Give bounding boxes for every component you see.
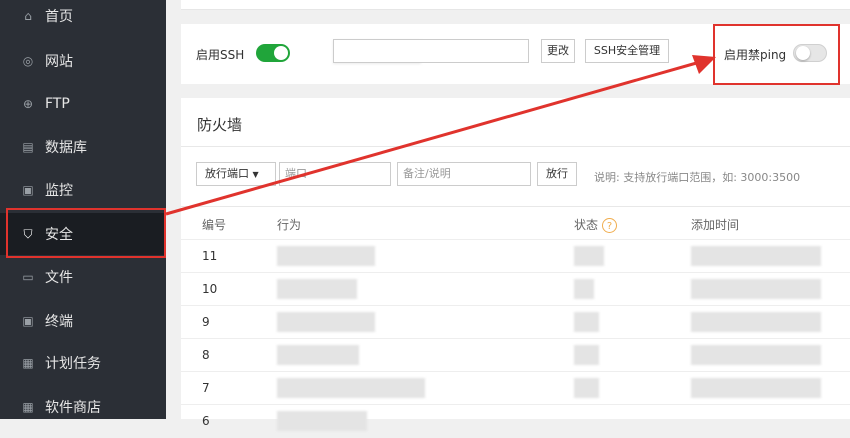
sidebar-item-label: 计划任务 bbox=[45, 356, 101, 372]
sidebar-item-label: 首页 bbox=[45, 9, 73, 25]
col-status: 状态? bbox=[574, 216, 618, 233]
sidebar-item-label: 软件商店 bbox=[45, 400, 101, 416]
sidebar-item-website[interactable]: ◎ 网站 bbox=[0, 40, 166, 82]
sidebar-item-label: 监控 bbox=[45, 183, 73, 199]
sidebar-item-label: FTP bbox=[45, 96, 70, 112]
table-row: 11 bbox=[181, 239, 850, 273]
sidebar-item-ftp[interactable]: ⊕ FTP bbox=[0, 83, 166, 125]
highlight-box-ping bbox=[713, 24, 840, 85]
ftp-icon: ⊕ bbox=[22, 97, 34, 111]
col-status-label: 状态 bbox=[574, 218, 599, 232]
apps-icon: ▦ bbox=[22, 400, 34, 414]
sidebar-item-terminal[interactable]: ▣ 终端 bbox=[0, 300, 166, 342]
monitor-icon: ▣ bbox=[22, 183, 34, 197]
sidebar-item-label: 终端 bbox=[45, 314, 73, 330]
calendar-icon: ▦ bbox=[22, 356, 34, 370]
sidebar-item-label: 数据库 bbox=[45, 140, 87, 156]
allow-button[interactable]: 放行 bbox=[537, 162, 577, 186]
ssh-toggle[interactable] bbox=[256, 44, 290, 62]
remark-input[interactable]: 备注/说明 bbox=[397, 162, 531, 186]
col-id: 编号 bbox=[202, 218, 227, 232]
table-row: 6 bbox=[181, 404, 850, 438]
row-id: 7 bbox=[202, 381, 210, 395]
rule-type-value: 放行端口 bbox=[205, 167, 249, 180]
col-added: 添加时间 bbox=[691, 218, 740, 232]
terminal-icon: ▣ bbox=[22, 314, 34, 328]
table-row: 10 bbox=[181, 272, 850, 306]
caret-down-icon: ▼ bbox=[252, 170, 259, 179]
sidebar-item-home[interactable]: ⌂ 首页 bbox=[0, 0, 166, 37]
sidebar-item-label: 文件 bbox=[45, 270, 73, 286]
divider bbox=[181, 146, 850, 147]
firewall-panel: 防火墙 放行端口 ▼ 端口 备注/说明 放行 说明: 支持放行端口范围，如: 3… bbox=[181, 98, 850, 431]
ssh-change-button[interactable]: 更改 bbox=[541, 39, 575, 63]
database-icon: ▤ bbox=[22, 140, 34, 154]
sidebar-item-label: 网站 bbox=[45, 54, 73, 70]
sidebar-item-cron[interactable]: ▦ 计划任务 bbox=[0, 342, 166, 384]
sidebar-item-monitor[interactable]: ▣ 监控 bbox=[0, 169, 166, 211]
sidebar-item-database[interactable]: ▤ 数据库 bbox=[0, 126, 166, 168]
table-row: 7 bbox=[181, 371, 850, 405]
sidebar-item-files[interactable]: ▭ 文件 bbox=[0, 256, 166, 298]
folder-icon: ▭ bbox=[22, 270, 34, 284]
sidebar-item-store[interactable]: ▦ 软件商店 bbox=[0, 386, 166, 428]
hint-text: 说明: 支持放行端口范围，如: 3000:3500 bbox=[594, 171, 801, 184]
row-id: 6 bbox=[202, 414, 210, 428]
ssh-manage-button[interactable]: SSH安全管理 bbox=[585, 39, 669, 63]
table-row: 9 bbox=[181, 305, 850, 339]
row-id: 9 bbox=[202, 315, 210, 329]
row-id: 8 bbox=[202, 348, 210, 362]
globe-icon: ◎ bbox=[22, 54, 34, 68]
table-row: 8 bbox=[181, 338, 850, 372]
highlight-box-security bbox=[6, 208, 166, 258]
top-panel-edge bbox=[181, 0, 850, 10]
ssh-enable-label: 启用SSH bbox=[196, 48, 245, 62]
col-action: 行为 bbox=[277, 218, 302, 232]
help-icon[interactable]: ? bbox=[602, 218, 618, 233]
rule-type-select[interactable]: 放行端口 ▼ bbox=[196, 162, 276, 186]
divider bbox=[181, 206, 850, 207]
row-id: 10 bbox=[202, 282, 218, 296]
row-id: 11 bbox=[202, 249, 218, 263]
home-icon: ⌂ bbox=[24, 9, 32, 23]
ssh-port-input[interactable] bbox=[333, 39, 529, 63]
firewall-title: 防火墙 bbox=[197, 116, 243, 134]
port-input[interactable]: 端口 bbox=[279, 162, 391, 186]
